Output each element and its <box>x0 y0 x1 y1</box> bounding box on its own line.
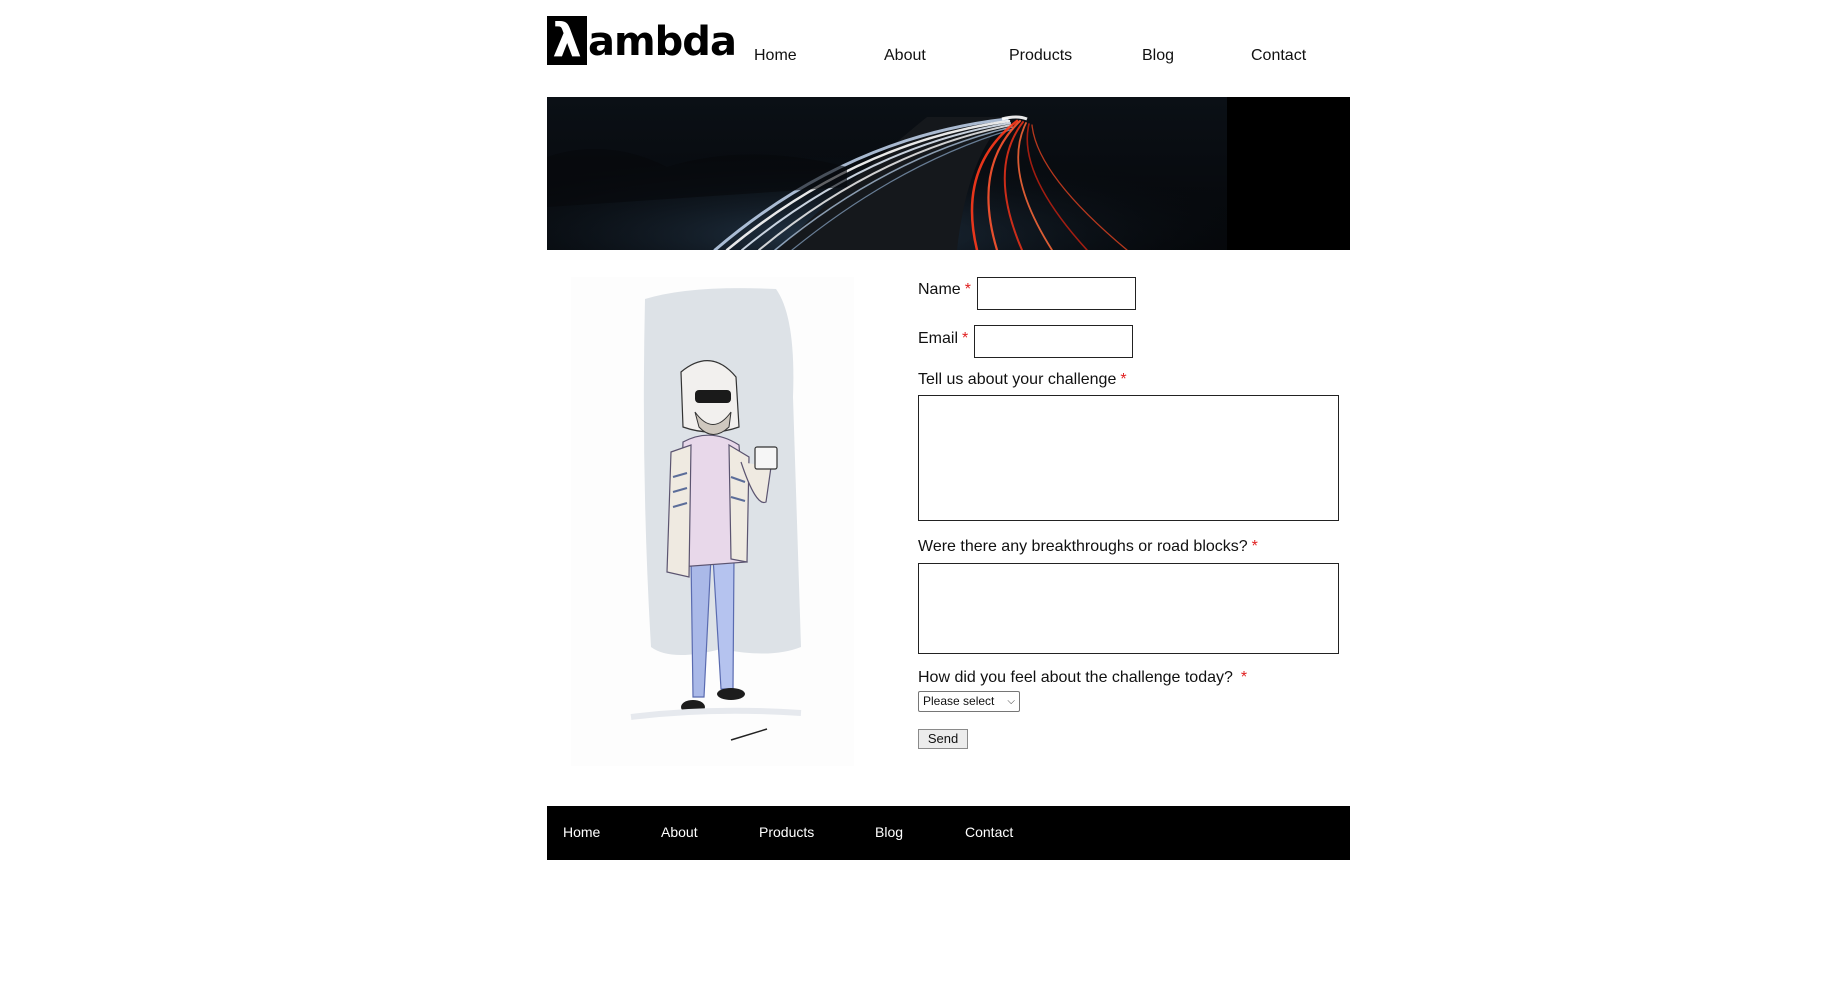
required-mark: * <box>1120 371 1127 388</box>
breakthrough-label: Were there any breakthroughs or road blo… <box>918 538 1258 555</box>
nav-contact[interactable]: Contact <box>1251 47 1306 65</box>
feeling-label: How did you feel about the challenge tod… <box>918 669 1248 686</box>
challenge-textarea[interactable] <box>918 395 1339 521</box>
required-mark: * <box>964 281 971 298</box>
footer-nav-about[interactable]: About <box>661 824 698 840</box>
feeling-select[interactable]: Please select ⌵ <box>918 691 1020 712</box>
chevron-down-icon: ⌵ <box>1007 696 1015 707</box>
required-mark: * <box>1240 669 1248 686</box>
required-mark: * <box>1251 538 1258 555</box>
footer-nav-home[interactable]: Home <box>563 824 600 840</box>
name-label: Name * <box>918 281 971 298</box>
footer-nav: Home About Products Blog Contact <box>547 806 1350 860</box>
breakthrough-textarea[interactable] <box>918 563 1339 654</box>
feeling-select-value: Please select <box>923 694 995 708</box>
nav-home[interactable]: Home <box>754 47 797 65</box>
name-field[interactable] <box>977 277 1136 310</box>
highway-light-trails-image <box>547 97 1350 250</box>
nav-about[interactable]: About <box>884 47 926 65</box>
send-button[interactable]: Send <box>918 729 968 749</box>
top-nav: Home About Products Blog Contact <box>547 47 1350 67</box>
email-label: Email * <box>918 330 969 347</box>
challenge-label: Tell us about your challenge * <box>918 371 1127 388</box>
footer-nav-blog[interactable]: Blog <box>875 824 903 840</box>
dude-illustration <box>571 277 854 766</box>
nav-blog[interactable]: Blog <box>1142 47 1174 65</box>
required-mark: * <box>962 330 969 347</box>
email-field[interactable] <box>974 325 1133 358</box>
footer-nav-contact[interactable]: Contact <box>965 824 1013 840</box>
footer-nav-products[interactable]: Products <box>759 824 814 840</box>
nav-products[interactable]: Products <box>1009 47 1072 65</box>
hero-banner <box>547 97 1350 250</box>
